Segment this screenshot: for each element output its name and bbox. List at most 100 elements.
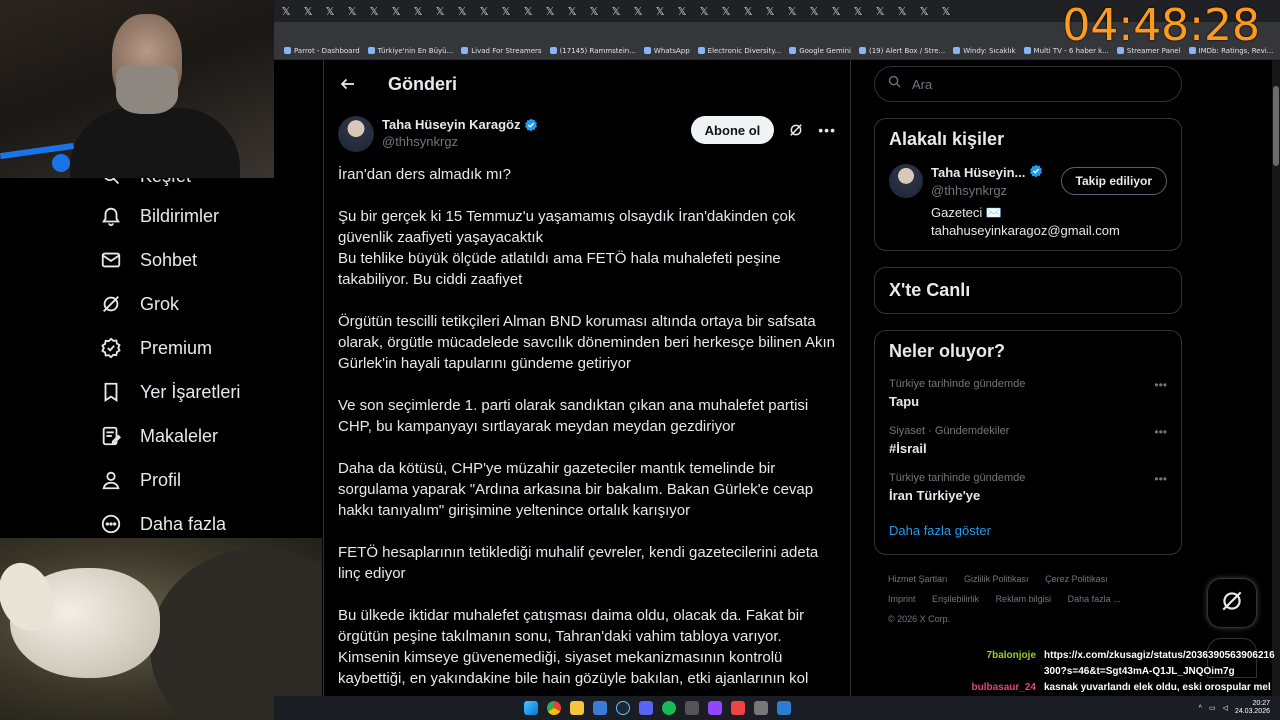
app-icon[interactable] [777,701,791,715]
browser-tab-x-icon[interactable]: 𝕏 [830,5,842,18]
author-name[interactable]: Taha Hüseyin Karagöz [382,117,520,132]
browser-tab-x-icon[interactable]: 𝕏 [610,5,622,18]
nav-item-profile[interactable]: Profil [90,458,322,502]
browser-tab-x-icon[interactable]: 𝕏 [412,5,424,18]
person-name-row[interactable]: Taha Hüseyin... [931,164,1043,181]
more-options-icon[interactable]: ••• [1154,472,1167,486]
page-scrollbar[interactable] [1272,60,1280,700]
nav-item-grok[interactable]: Grok [90,282,322,326]
footer-link-cookies[interactable]: Çerez Politikası [1045,574,1108,584]
nav-item-notifications[interactable]: Bildirimler [90,194,322,238]
browser-tab-x-icon[interactable]: 𝕏 [940,5,952,18]
search-input[interactable] [912,76,1152,92]
browser-tab-x-icon[interactable]: 𝕏 [720,5,732,18]
browser-tab-x-icon[interactable]: 𝕏 [522,5,534,18]
dog-webcam [0,538,322,720]
bookmark-item[interactable]: Windy: Sıcaklık [953,47,1016,55]
avatar[interactable] [889,164,923,198]
person-name[interactable]: Taha Hüseyin... [931,165,1025,180]
network-icon[interactable]: ▭ [1209,704,1216,712]
search-box[interactable] [874,66,1182,102]
spotify-icon[interactable] [662,701,676,715]
avatar[interactable] [338,116,374,152]
bookmark-favicon-icon [549,47,557,54]
person-handle[interactable]: @thhsynkrgz [931,183,1043,198]
browser-tab-x-icon[interactable]: 𝕏 [434,5,446,18]
browser-tab-x-icon[interactable]: 𝕏 [918,5,930,18]
trend-item[interactable]: Türkiye tarihinde gündemde İran Türkiye'… [889,472,1167,503]
subscribe-button[interactable]: Abone ol [690,116,775,144]
nav-item-chat[interactable]: Sohbet [90,238,322,282]
browser-tab-x-icon[interactable]: 𝕏 [874,5,886,18]
chrome-icon[interactable] [547,701,561,715]
more-options-icon[interactable]: ••• [818,122,836,138]
bookmark-item[interactable]: Parrot - Dashboard [284,47,360,55]
footer-link-privacy[interactable]: Gizlilik Politikası [964,574,1029,584]
browser-tab-x-icon[interactable]: 𝕏 [302,5,314,18]
bookmark-item[interactable]: Google Gemini [789,47,851,55]
browser-tab-x-icon[interactable]: 𝕏 [654,5,666,18]
browser-tab-x-icon[interactable]: 𝕏 [676,5,688,18]
app-icon[interactable] [593,701,607,715]
browser-tab-x-icon[interactable]: 𝕏 [346,5,358,18]
browser-tab-x-icon[interactable]: 𝕏 [566,5,578,18]
related-person[interactable]: Taha Hüseyin... @thhsynkrgz Takip ediliy… [889,164,1167,240]
file-explorer-icon[interactable] [570,701,584,715]
browser-tab-x-icon[interactable]: 𝕏 [324,5,336,18]
footer-link-imprint[interactable]: Imprint [888,594,916,604]
browser-tab-x-icon[interactable]: 𝕏 [368,5,380,18]
app-icon[interactable] [754,701,768,715]
more-options-icon[interactable]: ••• [1154,425,1167,439]
browser-tab-x-icon[interactable]: 𝕏 [786,5,798,18]
bookmark-item[interactable]: Livad For Streamers [461,47,542,55]
nav-item-articles[interactable]: Makaleler [90,414,322,458]
browser-tab-x-icon[interactable]: 𝕏 [742,5,754,18]
bookmark-item[interactable]: Türkiye'nin En Büyü... [367,47,453,55]
browser-tab-x-icon[interactable]: 𝕏 [698,5,710,18]
nav-item-premium[interactable]: Premium [90,326,322,370]
show-more-link[interactable]: Daha fazla göster [889,523,991,538]
author-name-row[interactable]: Taha Hüseyin Karagöz [382,117,538,132]
browser-tab-x-icon[interactable]: 𝕏 [632,5,644,18]
bookmark-item[interactable]: (19) Alert Box / Stre... [859,47,945,55]
browser-tab-x-icon[interactable]: 𝕏 [280,5,292,18]
browser-tab-x-icon[interactable]: 𝕏 [390,5,402,18]
scrollbar-thumb[interactable] [1273,86,1279,166]
volume-icon[interactable]: ◁ [1223,704,1228,712]
browser-tab-x-icon[interactable]: 𝕏 [478,5,490,18]
app-icon[interactable] [639,701,653,715]
chevron-up-icon[interactable]: ^ [1199,705,1202,712]
app-icon[interactable] [685,701,699,715]
browser-tab-x-icon[interactable]: 𝕏 [896,5,908,18]
grok-icon[interactable] [788,122,804,138]
grok-floating-button[interactable] [1207,578,1257,628]
browser-tab-x-icon[interactable]: 𝕏 [764,5,776,18]
footer-link-more[interactable]: Daha fazla ... [1068,594,1121,604]
browser-tab-x-icon[interactable]: 𝕏 [544,5,556,18]
taskbar-clock[interactable]: 20:27 24.03.2026 [1235,700,1270,716]
author-handle[interactable]: @thhsynkrgz [382,134,538,149]
back-arrow-icon[interactable] [338,74,358,94]
steam-icon[interactable] [616,701,630,715]
live-card[interactable]: X'te Canlı [874,267,1182,314]
browser-tab-x-icon[interactable]: 𝕏 [808,5,820,18]
trend-item[interactable]: Türkiye tarihinde gündemde Tapu ••• [889,378,1167,409]
bookmark-item[interactable]: (17145) Rammstein... [549,47,636,55]
bookmark-item[interactable]: WhatsApp [643,47,690,55]
browser-tab-x-icon[interactable]: 𝕏 [588,5,600,18]
trend-item[interactable]: Siyaset · Gündemdekiler #İsrail ••• [889,425,1167,456]
app-icon[interactable] [708,701,722,715]
more-options-icon[interactable]: ••• [1154,378,1167,392]
browser-tab-x-icon[interactable]: 𝕏 [852,5,864,18]
bookmark-item[interactable]: Electronic Diversity... [697,47,781,55]
footer-link-accessibility[interactable]: Erişilebilirlik [932,594,979,604]
nav-item-label: Makaleler [140,425,219,446]
browser-tab-x-icon[interactable]: 𝕏 [500,5,512,18]
windows-start-icon[interactable] [524,701,538,715]
browser-tab-x-icon[interactable]: 𝕏 [456,5,468,18]
app-icon[interactable] [731,701,745,715]
footer-link-terms[interactable]: Hizmet Şartları [888,574,948,584]
footer-link-ads-info[interactable]: Reklam bilgisi [996,594,1052,604]
nav-item-bookmarks[interactable]: Yer İşaretleri [90,370,322,414]
following-button[interactable]: Takip ediliyor [1060,167,1167,195]
